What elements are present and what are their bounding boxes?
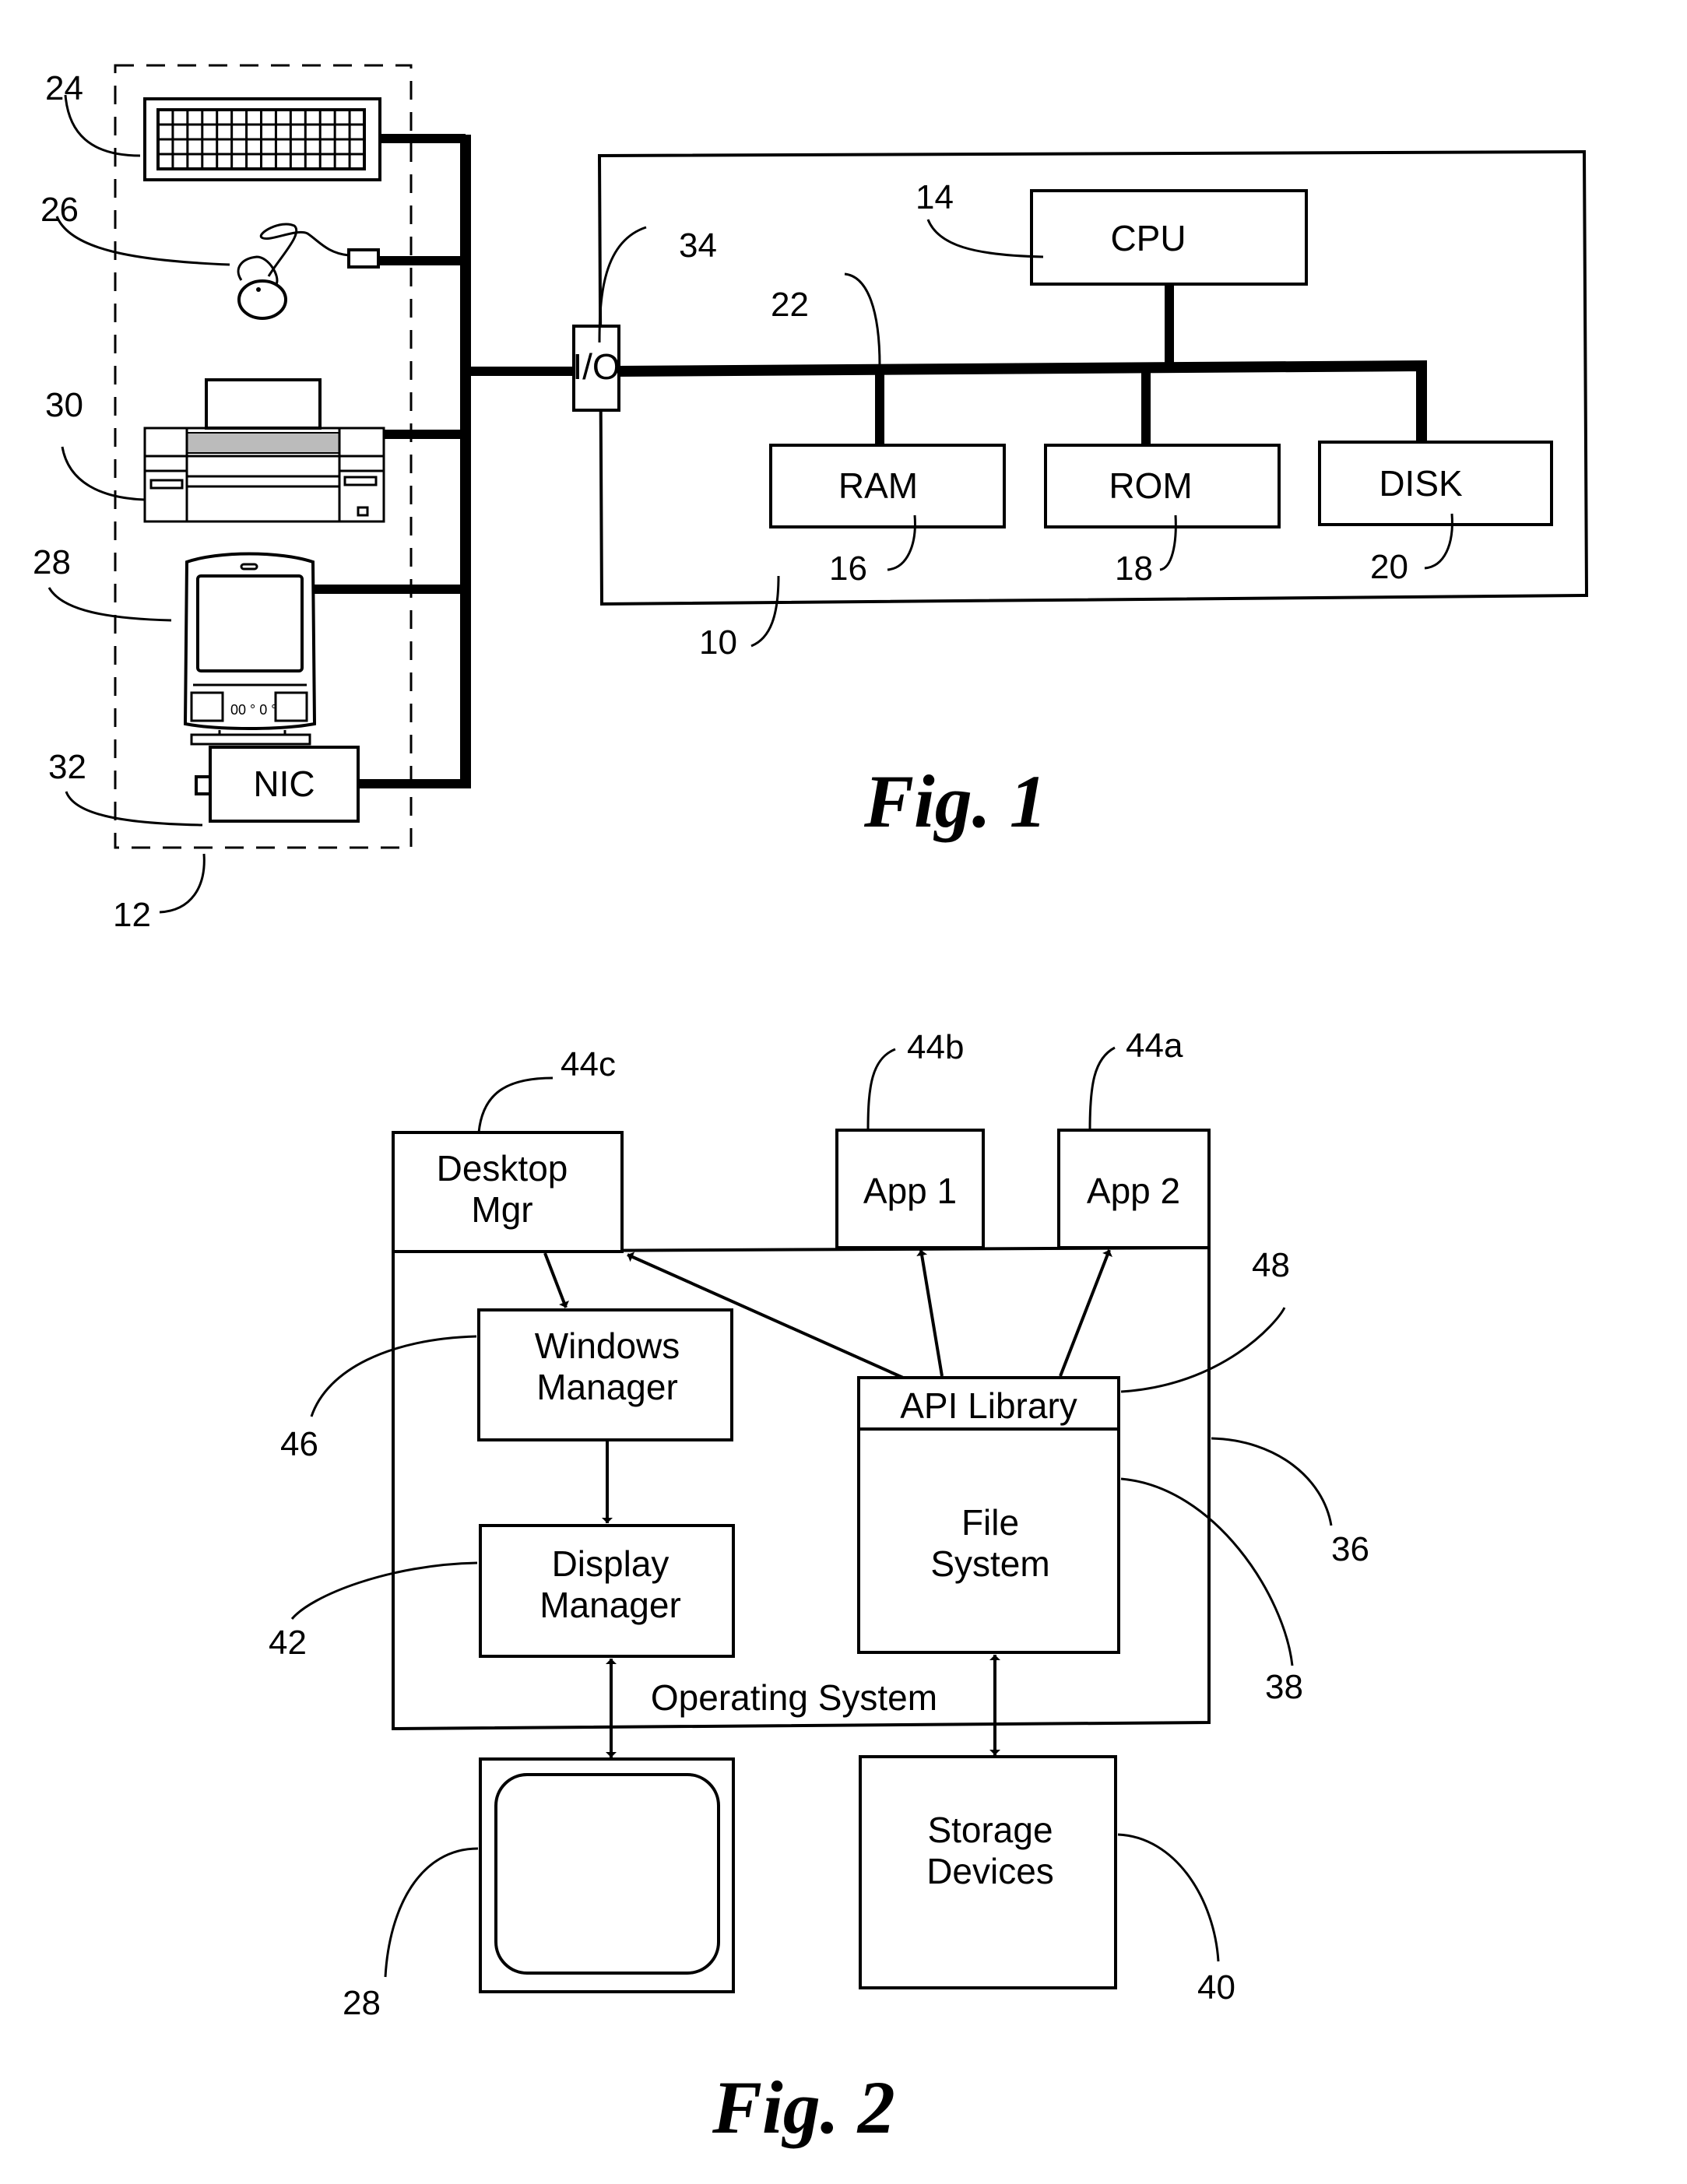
leader-40: [1117, 1833, 1220, 1962]
ref-44b: 44b: [907, 1028, 964, 1066]
ref-34: 34: [679, 226, 717, 265]
ref-30: 30: [45, 386, 83, 424]
arrow-desktop-to-windows: [543, 1252, 570, 1308]
ref-26: 26: [40, 191, 79, 229]
arrow-api-to-app2: [1059, 1249, 1112, 1377]
display-manager-label-2: Manager: [539, 1585, 681, 1625]
windows-manager-label-1: Windows: [535, 1325, 680, 1366]
leader-32: [65, 791, 203, 827]
display-box: [479, 1757, 735, 1993]
leader-28-fig2: [384, 1847, 479, 1978]
figure-1-caption: Fig. 1: [863, 760, 1047, 843]
io-label: I/O: [572, 346, 620, 387]
file-system-label-2: System: [930, 1543, 1049, 1584]
ref-22: 22: [771, 286, 809, 324]
ref-12: 12: [113, 896, 151, 934]
display-manager-label-1: Display: [552, 1543, 670, 1584]
storage-devices-label-1: Storage: [927, 1810, 1053, 1850]
ref-36: 36: [1331, 1530, 1369, 1568]
leader-38: [1120, 1477, 1294, 1666]
ref-48: 48: [1252, 1246, 1290, 1284]
app1-label: App 1: [863, 1171, 957, 1211]
ref-10: 10: [699, 623, 737, 662]
operating-system-label: Operating System: [651, 1677, 937, 1718]
disk-label: DISK: [1379, 463, 1463, 504]
figure-2: Operating System 36 Desktop Mgr 44c App …: [269, 1027, 1369, 2149]
leader-42: [290, 1561, 478, 1620]
figure-2-caption: Fig. 2: [712, 2066, 895, 2149]
ram-label: RAM: [838, 465, 918, 506]
leader-14: [926, 219, 1044, 258]
app2-label: App 2: [1087, 1171, 1180, 1211]
leader-44b: [866, 1048, 896, 1131]
storage-devices-label-2: Devices: [926, 1851, 1054, 1891]
leader-22: [844, 272, 881, 367]
cpu-label: CPU: [1110, 218, 1186, 258]
api-library-label: API Library: [900, 1385, 1077, 1426]
leader-28-fig1: [47, 587, 172, 622]
patent-drawing-sheet: 24 26 30 00 ° 0 ° 28 NIC 32 12 10 I/O 34…: [33, 64, 1589, 2149]
display-monitor-icon: 00 ° 0 °: [183, 552, 317, 746]
ref-20: 20: [1370, 548, 1408, 586]
leader-44a: [1088, 1046, 1116, 1131]
system-bus: [618, 360, 1427, 441]
nic-label: NIC: [253, 764, 315, 804]
leader-10: [750, 575, 780, 648]
ref-38: 38: [1265, 1668, 1303, 1706]
mouse-icon: [237, 223, 380, 320]
desktop-mgr-label-1: Desktop: [437, 1148, 568, 1189]
ref-14: 14: [916, 178, 954, 216]
figure-1: 24 26 30 00 ° 0 ° 28 NIC 32 12 10 I/O 34…: [33, 64, 1589, 934]
windows-manager-label-2: Manager: [536, 1367, 678, 1407]
leader-26: [55, 216, 230, 266]
printer-icon: [143, 378, 385, 523]
ref-16: 16: [829, 550, 867, 588]
file-system-label-1: File: [961, 1502, 1019, 1543]
ref-44c: 44c: [561, 1045, 616, 1083]
leader-36: [1211, 1437, 1333, 1526]
ref-44a: 44a: [1126, 1027, 1183, 1065]
ref-46: 46: [280, 1425, 318, 1463]
keyboard-icon: [143, 97, 381, 181]
ref-28-fig1: 28: [33, 543, 71, 581]
leader-44c: [477, 1076, 554, 1133]
desktop-mgr-label-2: Mgr: [471, 1189, 532, 1230]
ref-32: 32: [48, 748, 86, 786]
ref-40: 40: [1197, 1968, 1235, 2007]
ref-18: 18: [1115, 550, 1153, 588]
arrow-api-to-app1: [916, 1249, 944, 1377]
leader-30: [61, 446, 146, 501]
nic-port-icon: [195, 775, 212, 795]
ref-42: 42: [269, 1624, 307, 1662]
leader-48: [1120, 1307, 1286, 1393]
leader-12: [159, 853, 206, 914]
ref-28-fig2: 28: [343, 1984, 381, 2022]
ref-24: 24: [45, 69, 83, 107]
svg-text:00 ° 0 °: 00 ° 0 °: [230, 702, 276, 718]
rom-label: ROM: [1109, 465, 1192, 506]
